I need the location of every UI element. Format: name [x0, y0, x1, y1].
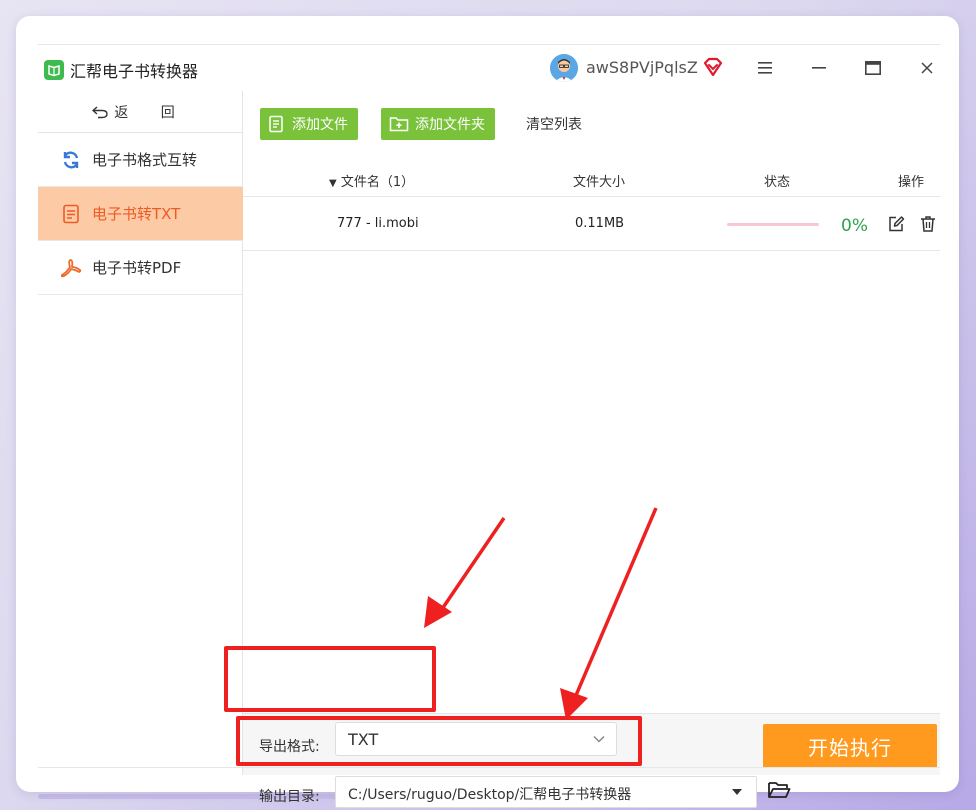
clear-list-button[interactable]: 清空列表	[526, 108, 582, 140]
table-row[interactable]: 777 - li.mobi 0.11MB 0%	[243, 197, 940, 251]
add-file-label: 添加文件	[292, 117, 348, 133]
table-header: ▼ 文件名（1） 文件大小 状态 操作	[243, 159, 940, 197]
maximize-icon	[865, 61, 881, 75]
avatar[interactable]	[550, 54, 578, 82]
column-size-header: 文件大小	[573, 175, 626, 190]
sidebar-item-format-convert[interactable]: 电子书格式互转	[38, 133, 243, 187]
column-actions-header: 操作	[898, 175, 925, 190]
vip-diamond-icon[interactable]	[702, 57, 724, 77]
add-folder-icon	[389, 117, 409, 132]
sidebar-item-label: 电子书转TXT	[92, 205, 181, 223]
document-icon	[60, 203, 82, 225]
back-arrow-icon	[92, 105, 108, 118]
pdf-icon	[60, 257, 82, 279]
progress-percent: 0%	[841, 216, 868, 236]
sidebar-item-label: 电子书转PDF	[92, 259, 182, 277]
back-label: 返 回	[114, 104, 189, 121]
back-button[interactable]: 返 回	[38, 91, 243, 133]
refresh-icon	[60, 149, 82, 171]
close-icon	[921, 62, 933, 74]
dropdown-caret-icon	[732, 789, 742, 795]
close-button[interactable]	[916, 57, 938, 79]
minimize-button[interactable]	[808, 57, 830, 79]
sidebar-item-to-pdf[interactable]: 电子书转PDF	[38, 241, 243, 295]
add-file-icon	[269, 115, 283, 133]
annotation-box-format	[224, 646, 436, 712]
app-title: 汇帮电子书转换器	[70, 62, 199, 81]
add-file-button[interactable]: 添加文件	[260, 108, 358, 140]
delete-icon[interactable]	[919, 215, 937, 233]
menu-button[interactable]	[754, 57, 776, 79]
edit-icon[interactable]	[887, 215, 905, 233]
app-window: 汇帮电子书转换器 awS8PVjPqlsZ 返 回 电子书格式互转 电子书转TX…	[38, 44, 940, 808]
minimize-icon	[812, 67, 826, 69]
open-folder-icon[interactable]	[767, 778, 791, 802]
title-bar: 汇帮电子书转换器 awS8PVjPqlsZ	[38, 45, 940, 91]
output-dir-label: 输出目录:	[259, 789, 320, 805]
add-folder-button[interactable]: 添加文件夹	[381, 108, 495, 140]
background-strip	[38, 794, 374, 799]
sidebar-item-label: 电子书格式互转	[92, 151, 198, 169]
sidebar-item-to-txt[interactable]: 电子书转TXT	[38, 187, 243, 241]
app-logo-icon	[44, 60, 64, 80]
start-button[interactable]: 开始执行	[763, 724, 937, 768]
file-name: 777 - li.mobi	[337, 216, 419, 231]
file-size: 0.11MB	[575, 216, 625, 231]
maximize-button[interactable]	[862, 57, 884, 79]
annotation-box-output	[236, 716, 642, 766]
username[interactable]: awS8PVjPqlsZ	[586, 58, 698, 77]
hamburger-icon	[758, 62, 772, 74]
column-status-header: 状态	[764, 175, 791, 190]
progress-bar	[727, 223, 819, 226]
column-name-header[interactable]: ▼ 文件名（1）	[329, 171, 414, 190]
sort-down-icon: ▼	[329, 178, 337, 189]
add-folder-label: 添加文件夹	[415, 117, 485, 133]
output-dir-value: C:/Users/ruguo/Desktop/汇帮电子书转换器	[348, 787, 632, 803]
sidebar: 返 回 电子书格式互转 电子书转TXT 电子书转PDF	[38, 91, 243, 775]
output-dir-select[interactable]: C:/Users/ruguo/Desktop/汇帮电子书转换器	[335, 776, 757, 808]
status-bar-divider	[38, 767, 940, 768]
